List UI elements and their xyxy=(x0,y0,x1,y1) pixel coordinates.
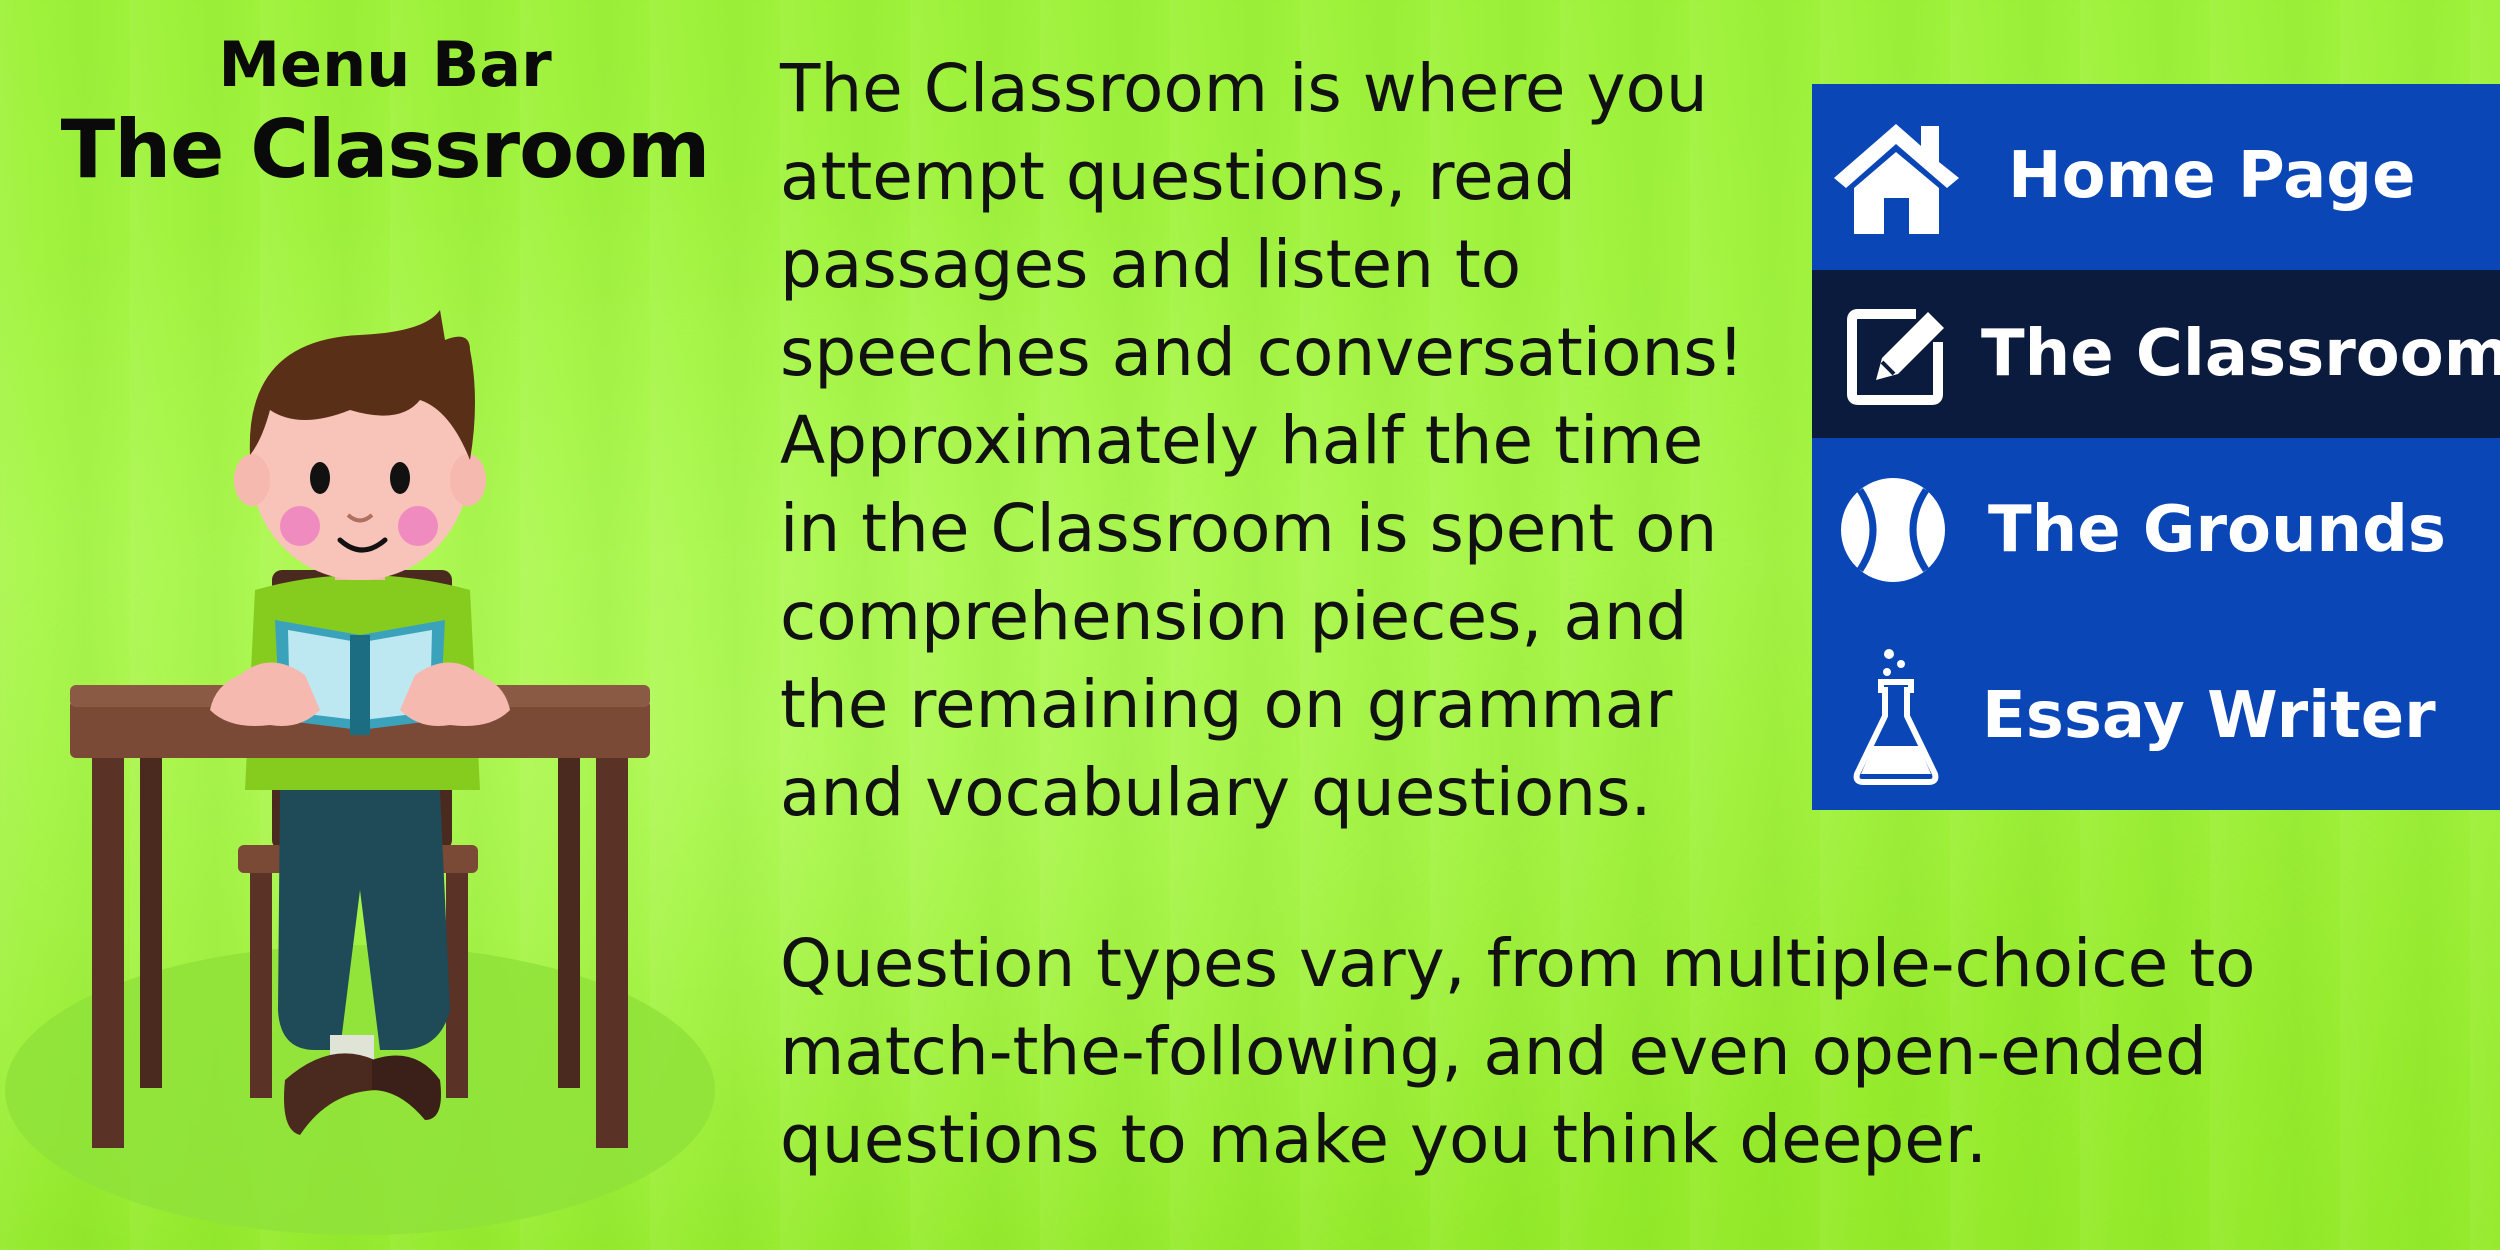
menu-item-essay-writer[interactable]: Essay Writer xyxy=(1812,622,2500,810)
title-block: Menu Bar The Classroom xyxy=(0,30,770,200)
menu-item-the-grounds[interactable]: The Grounds xyxy=(1812,440,2500,620)
menu-item-label: Essay Writer xyxy=(1982,679,2436,753)
menu-bar: Home Page The Classroom The Grounds Essa… xyxy=(1812,84,2500,810)
classroom-description: The Classroom is where you attempt quest… xyxy=(780,50,1745,831)
menu-item-label: Home Page xyxy=(2008,139,2416,213)
home-icon xyxy=(1826,116,1966,236)
menu-item-label: The Grounds xyxy=(1988,493,2446,567)
menu-item-the-classroom[interactable]: The Classroom xyxy=(1812,270,2500,438)
menu-item-label: The Classroom xyxy=(1981,317,2500,391)
page-title: The Classroom xyxy=(60,103,711,196)
menu-bar-label: Menu Bar xyxy=(218,28,552,101)
ball-icon xyxy=(1838,475,1948,585)
edit-icon xyxy=(1846,302,1951,407)
question-types-description: Question types vary, from multiple-choic… xyxy=(780,925,2256,1178)
flask-icon xyxy=(1846,646,1946,786)
menu-item-home-page[interactable]: Home Page xyxy=(1812,84,2500,268)
student-illustration xyxy=(5,310,715,1235)
